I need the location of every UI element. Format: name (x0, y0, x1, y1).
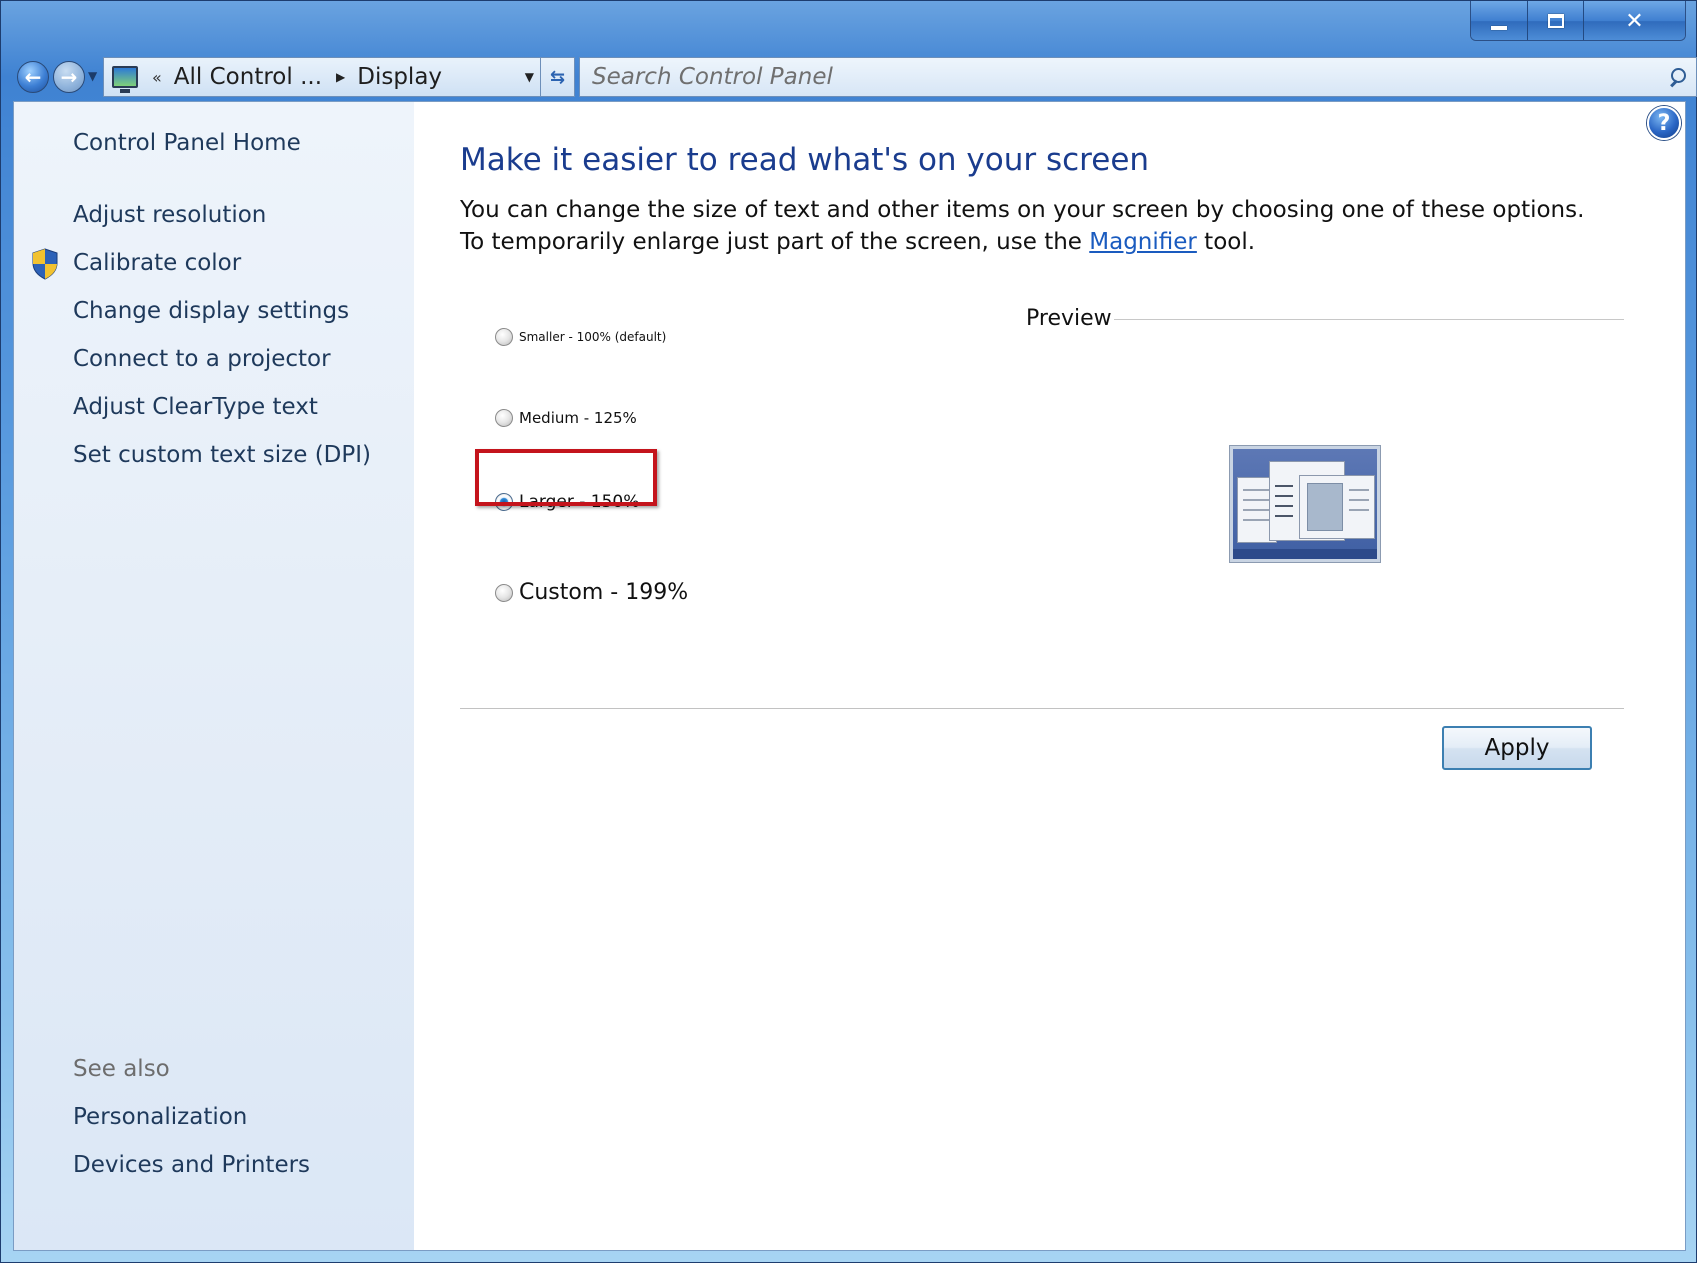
set-custom-text-size-link[interactable]: Set custom text size (DPI) (73, 442, 371, 468)
personalization-link[interactable]: Personalization (73, 1104, 247, 1130)
forward-arrow-icon: → (60, 65, 78, 89)
radio-medium[interactable] (495, 409, 513, 427)
page-title: Make it easier to read what's on your sc… (460, 142, 1150, 178)
preview-image (1229, 445, 1381, 563)
back-button[interactable]: ← (17, 61, 49, 93)
close-icon: ✕ (1625, 8, 1644, 34)
breadcrumb-all-control-panel[interactable]: All Control ... (174, 64, 322, 90)
maximize-icon (1547, 14, 1564, 28)
content-divider (460, 708, 1624, 709)
radio-custom[interactable] (495, 583, 513, 602)
connect-to-projector-link[interactable]: Connect to a projector (73, 346, 331, 372)
help-button[interactable]: ? (1647, 106, 1681, 140)
option-custom[interactable]: Custom - 199% (495, 580, 688, 605)
adjust-resolution-link[interactable]: Adjust resolution (73, 202, 266, 228)
search-box[interactable] (579, 57, 1697, 97)
uac-shield-icon (32, 248, 58, 280)
option-smaller[interactable]: Smaller - 100% (default) (495, 328, 666, 346)
control-panel-display-icon (112, 66, 138, 93)
option-medium-label: Medium - 125% (519, 409, 637, 427)
client-area: Control Panel Home Adjust resolution Cal… (13, 101, 1686, 1251)
preview-line (1275, 505, 1293, 507)
description-text-end: tool. (1196, 229, 1256, 255)
calibrate-color-link[interactable]: Calibrate color (73, 250, 241, 276)
preview-line (1243, 489, 1269, 491)
preview-line (1349, 499, 1369, 501)
preview-line (1349, 489, 1369, 491)
radio-smaller[interactable] (495, 328, 513, 346)
preview-line (1243, 519, 1269, 521)
preview-line (1243, 499, 1269, 501)
address-bar[interactable]: « All Control ... ▶ Display ▼ (103, 57, 541, 97)
page-description: You can change the size of text and othe… (460, 194, 1610, 258)
refresh-icon: ⇆ (549, 66, 566, 88)
address-dropdown-icon[interactable]: ▼ (525, 70, 534, 84)
forward-button[interactable]: → (53, 61, 85, 93)
see-also-heading: See also (73, 1056, 170, 1082)
help-icon: ? (1657, 110, 1671, 136)
minimize-icon (1491, 26, 1507, 30)
preview-line (1349, 509, 1369, 511)
adjust-cleartype-text-link[interactable]: Adjust ClearType text (73, 394, 318, 420)
search-input[interactable] (592, 64, 1652, 90)
preview-label: Preview (1026, 306, 1112, 331)
apply-button-label: Apply (1484, 735, 1550, 761)
search-icon[interactable] (1668, 68, 1686, 86)
apply-button[interactable]: Apply (1442, 726, 1592, 770)
maximize-button[interactable] (1527, 1, 1583, 40)
preview-taskbar (1233, 549, 1377, 559)
option-smaller-label: Smaller - 100% (default) (519, 330, 667, 344)
window-frame: ✕ ← → ▼ « All Control ... ▶ Display ▼ ⇆ … (0, 0, 1697, 1263)
address-overflow-chevrons[interactable]: « (152, 68, 162, 87)
magnifier-link[interactable]: Magnifier (1089, 229, 1197, 255)
control-panel-home-link[interactable]: Control Panel Home (73, 130, 301, 156)
back-arrow-icon: ← (24, 65, 42, 89)
highlight-annotation-box (475, 449, 657, 506)
breadcrumb-display[interactable]: Display (357, 64, 442, 90)
option-medium[interactable]: Medium - 125% (495, 409, 637, 427)
preview-line (1275, 515, 1293, 517)
change-display-settings-link[interactable]: Change display settings (73, 298, 349, 324)
breadcrumb-separator-icon[interactable]: ▶ (336, 70, 345, 84)
minimize-button[interactable] (1471, 1, 1527, 40)
preview-line (1243, 509, 1269, 511)
preview-window-content (1307, 483, 1343, 531)
option-custom-label: Custom - 199% (519, 580, 689, 605)
devices-and-printers-link[interactable]: Devices and Printers (73, 1152, 310, 1178)
navigation-bar: ← → ▼ « All Control ... ▶ Display ▼ ⇆ (15, 57, 1697, 97)
caption-buttons: ✕ (1470, 1, 1686, 41)
recent-pages-dropdown-icon[interactable]: ▼ (88, 69, 97, 83)
close-button[interactable]: ✕ (1583, 1, 1685, 40)
preview-line (1275, 485, 1293, 487)
task-pane: Control Panel Home Adjust resolution Cal… (14, 102, 414, 1250)
preview-group-line (1114, 319, 1624, 320)
preview-line (1275, 495, 1293, 497)
refresh-button[interactable]: ⇆ (541, 57, 575, 97)
description-text: You can change the size of text and othe… (460, 197, 1585, 255)
